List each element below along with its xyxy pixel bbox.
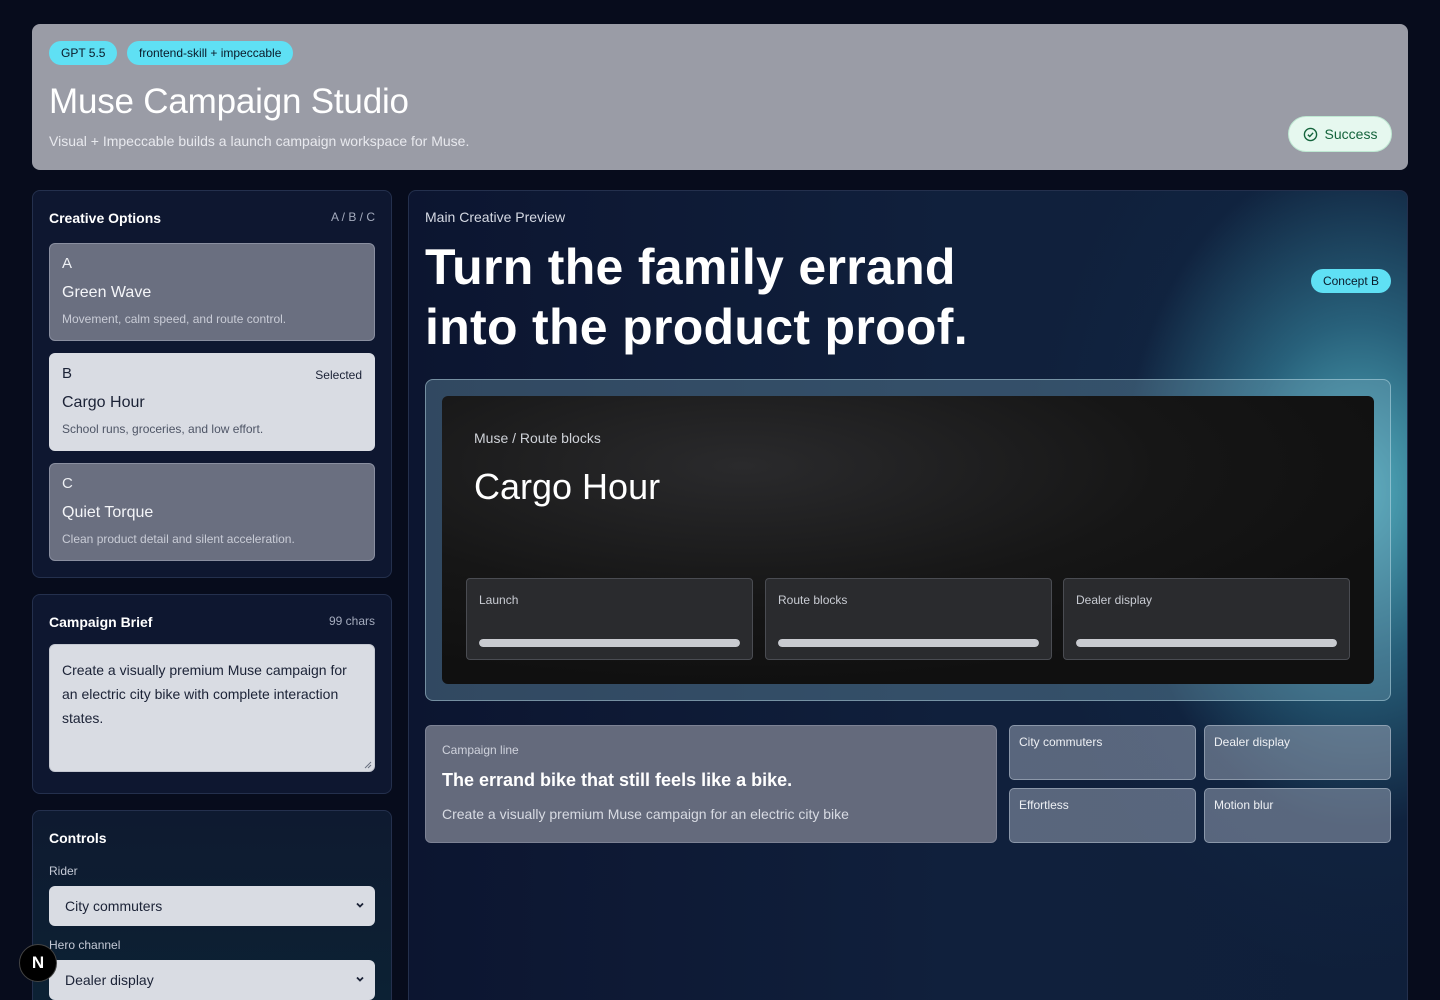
progress-fill <box>1076 639 1337 647</box>
creative-options-panel: Creative Options A / B / C A Green Wave … <box>32 190 392 578</box>
brief-textarea[interactable]: Create a visually premium Muse campaign … <box>49 644 375 772</box>
rider-value: City commuters <box>65 898 163 914</box>
screen-title: Cargo Hour <box>474 466 661 507</box>
brief-text: Create a visually premium Muse campaign … <box>62 662 347 726</box>
tag-city-commuters[interactable]: City commuters <box>1009 725 1196 780</box>
page-subtitle: Visual + Impeccable builds a launch camp… <box>49 133 470 149</box>
creative-options-title: Creative Options <box>49 210 162 226</box>
breadcrumb: Muse / Route blocks <box>474 430 601 446</box>
option-letter: C <box>62 475 73 492</box>
metric-card-dealer-display: Dealer display <box>1063 578 1350 660</box>
skill-badge: frontend-skill + impeccable <box>127 41 294 65</box>
option-name: Cargo Hour <box>62 394 145 411</box>
rider-label: Rider <box>49 864 78 878</box>
preview-stage: Muse / Route blocks Cargo Hour Launch Ro… <box>425 379 1391 701</box>
option-b-card[interactable]: B Selected Cargo Hour School runs, groce… <box>49 353 375 451</box>
resize-handle-icon[interactable] <box>364 761 372 769</box>
metric-card-route-blocks: Route blocks <box>765 578 1052 660</box>
progress-bar <box>1076 639 1337 647</box>
option-desc: Movement, calm speed, and route control. <box>62 312 287 326</box>
channel-label: Hero channel <box>49 938 121 952</box>
campaign-line-label: Campaign line <box>442 743 519 757</box>
chevron-down-icon <box>356 902 364 908</box>
option-name: Quiet Torque <box>62 504 154 521</box>
app-header: GPT 5.5 frontend-skill + impeccable Muse… <box>32 24 1408 170</box>
option-name: Green Wave <box>62 284 152 301</box>
campaign-desc: Create a visually premium Muse campaign … <box>442 806 849 822</box>
main-preview-label: Main Creative Preview <box>425 209 566 225</box>
progress-bar <box>778 639 1039 647</box>
main-preview-panel: Main Creative Preview Turn the family er… <box>408 190 1408 1000</box>
progress-fill <box>479 639 740 647</box>
controls-title: Controls <box>49 830 107 846</box>
rider-select[interactable]: City commuters <box>49 886 375 926</box>
metric-label: Dealer display <box>1076 593 1153 607</box>
option-a-card[interactable]: A Green Wave Movement, calm speed, and r… <box>49 243 375 341</box>
preview-headline: Turn the family errand into the product … <box>425 239 968 355</box>
option-desc: School runs, groceries, and low effort. <box>62 422 264 436</box>
progress-fill <box>778 639 1039 647</box>
selected-badge: Selected <box>315 368 362 382</box>
concept-badge: Concept B <box>1310 269 1391 293</box>
char-count: 99 chars <box>328 614 375 628</box>
option-letter: B <box>62 365 73 382</box>
channel-select[interactable]: Dealer display <box>49 960 375 1000</box>
n-label: N <box>31 953 45 972</box>
chevron-down-icon <box>356 976 364 982</box>
campaign-brief-panel: Campaign Brief 99 chars Create a visuall… <box>32 594 392 794</box>
campaign-line-card: Campaign line The errand bike that still… <box>425 725 997 843</box>
metric-label: Route blocks <box>778 593 848 607</box>
status-text: Success <box>1324 126 1378 142</box>
progress-bar <box>479 639 740 647</box>
tag-dealer-display[interactable]: Dealer display <box>1204 725 1391 780</box>
preview-screen: Muse / Route blocks Cargo Hour Launch Ro… <box>442 396 1374 684</box>
page-title: Muse Campaign Studio <box>49 82 409 121</box>
option-c-card[interactable]: C Quiet Torque Clean product detail and … <box>49 463 375 561</box>
metric-card-launch: Launch <box>466 578 753 660</box>
tag-motion-blur[interactable]: Motion blur <box>1204 788 1391 843</box>
channel-value: Dealer display <box>65 972 154 988</box>
campaign-brief-title: Campaign Brief <box>49 614 153 630</box>
check-circle-icon <box>1303 127 1317 141</box>
tag-effortless[interactable]: Effortless <box>1009 788 1196 843</box>
model-badge: GPT 5.5 <box>49 41 118 65</box>
status-badge: Success <box>1288 116 1392 152</box>
campaign-line: The errand bike that still feels like a … <box>442 770 793 790</box>
controls-panel: Controls Rider City commuters Hero chann… <box>32 810 392 1000</box>
dev-tools-button[interactable]: N <box>19 944 57 982</box>
option-desc: Clean product detail and silent accelera… <box>62 532 295 546</box>
option-letter: A <box>62 255 73 272</box>
metric-label: Launch <box>479 593 519 607</box>
creative-options-meta: A / B / C <box>330 210 375 224</box>
